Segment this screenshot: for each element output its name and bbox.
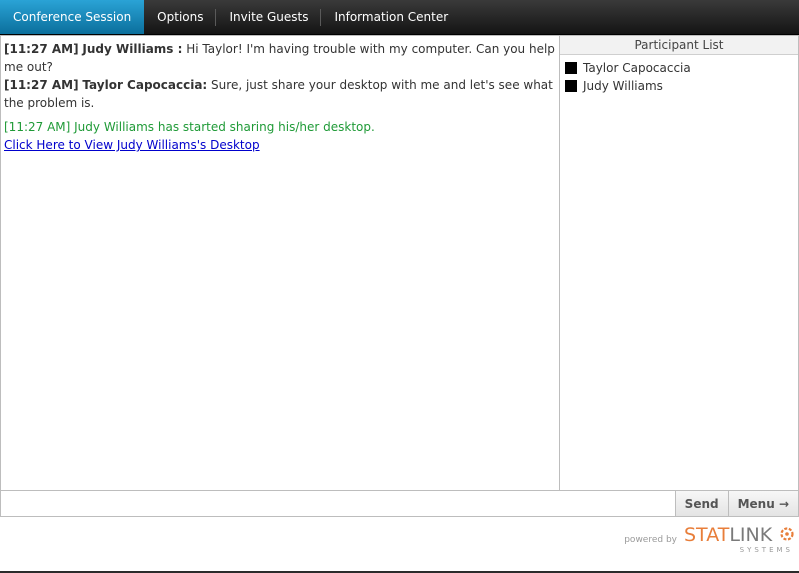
tab-conference-session[interactable]: Conference Session	[0, 0, 145, 34]
participant-item[interactable]: Taylor Capocaccia	[565, 59, 793, 77]
send-button[interactable]: Send	[674, 491, 728, 516]
message-time: [11:27 AM]	[4, 78, 79, 92]
tab-invite-guests[interactable]: Invite Guests	[216, 0, 322, 34]
message-time: [11:27 AM]	[4, 42, 79, 56]
logo-subtitle: SYSTEMS	[739, 546, 793, 554]
tab-information-center[interactable]: Information Center	[321, 0, 461, 34]
system-message: [11:27 AM] Judy Williams has started sha…	[4, 120, 375, 134]
tab-label: Invite Guests	[229, 10, 309, 24]
participant-status-icon	[565, 62, 577, 74]
menu-button[interactable]: Menu →	[727, 491, 798, 516]
participant-list: Taylor Capocaccia Judy Williams	[560, 55, 798, 99]
participant-status-icon	[565, 80, 577, 92]
top-tab-bar: Conference Session Options Invite Guests…	[0, 0, 799, 35]
chat-log[interactable]: [11:27 AM] Judy Williams : Hi Taylor! I'…	[1, 36, 560, 490]
participant-name: Taylor Capocaccia	[583, 61, 691, 75]
tab-label: Information Center	[334, 10, 449, 24]
participant-name: Judy Williams	[583, 79, 663, 93]
tab-label: Options	[157, 10, 204, 24]
message-sender: Judy Williams :	[82, 42, 183, 56]
logo-stat: STAT	[684, 524, 730, 546]
logo-link: LINK	[729, 524, 773, 546]
message-sender: Taylor Capocaccia:	[82, 78, 208, 92]
participant-panel: Participant List Taylor Capocaccia Judy …	[560, 36, 798, 490]
message-input-bar: Send Menu →	[1, 490, 798, 516]
view-desktop-link[interactable]: Click Here to View Judy Williams's Deskt…	[4, 138, 260, 152]
message-input[interactable]	[1, 491, 675, 516]
participant-list-header: Participant List	[560, 36, 798, 55]
chat-message: [11:27 AM] Judy Williams : Hi Taylor! I'…	[4, 40, 556, 76]
tab-options[interactable]: Options	[144, 0, 217, 34]
tab-label: Conference Session	[13, 10, 132, 24]
participant-item[interactable]: Judy Williams	[565, 77, 793, 95]
statlink-logo: STATLINK SYSTEMS	[684, 524, 795, 558]
powered-by-label: powered by	[624, 535, 677, 545]
chat-message: [11:27 AM] Taylor Capocaccia: Sure, just…	[4, 76, 556, 112]
logo-gear-icon	[780, 527, 794, 541]
footer-branding: powered by STATLINK SYSTEMS	[624, 524, 795, 558]
conference-frame: [11:27 AM] Judy Williams : Hi Taylor! I'…	[0, 35, 799, 517]
